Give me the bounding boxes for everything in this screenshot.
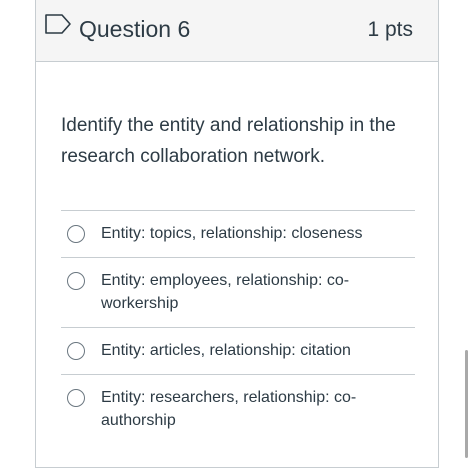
bookmark-flag-icon[interactable] xyxy=(45,14,72,34)
radio-button[interactable] xyxy=(67,389,85,407)
question-text: Identify the entity and relationship in … xyxy=(61,115,396,167)
answer-option[interactable]: Entity: articles, relationship: citation xyxy=(61,327,415,374)
answer-list: Entity: topics, relationship: closeness … xyxy=(61,210,415,444)
scrollbar-thumb[interactable] xyxy=(465,350,468,458)
answer-option[interactable]: Entity: employees, relationship: co-work… xyxy=(61,257,415,327)
answer-option[interactable]: Entity: researchers, relationship: co-au… xyxy=(61,374,415,444)
answer-label: Entity: researchers, relationship: co-au… xyxy=(101,389,357,429)
radio-button[interactable] xyxy=(67,342,85,360)
question-points: 1 pts xyxy=(367,18,413,41)
question-title: Question 6 xyxy=(79,16,191,42)
answer-option[interactable]: Entity: topics, relationship: closeness xyxy=(61,210,415,257)
question-header: Question 6 1 pts xyxy=(36,0,438,62)
answer-label: Entity: topics, relationship: closeness xyxy=(101,225,363,242)
radio-button[interactable] xyxy=(67,225,85,243)
answer-label: Entity: articles, relationship: citation xyxy=(101,342,351,359)
answer-label: Entity: employees, relationship: co-work… xyxy=(101,272,350,312)
radio-button[interactable] xyxy=(67,272,85,290)
question-card: Question 6 1 pts Identify the entity and… xyxy=(35,0,439,468)
